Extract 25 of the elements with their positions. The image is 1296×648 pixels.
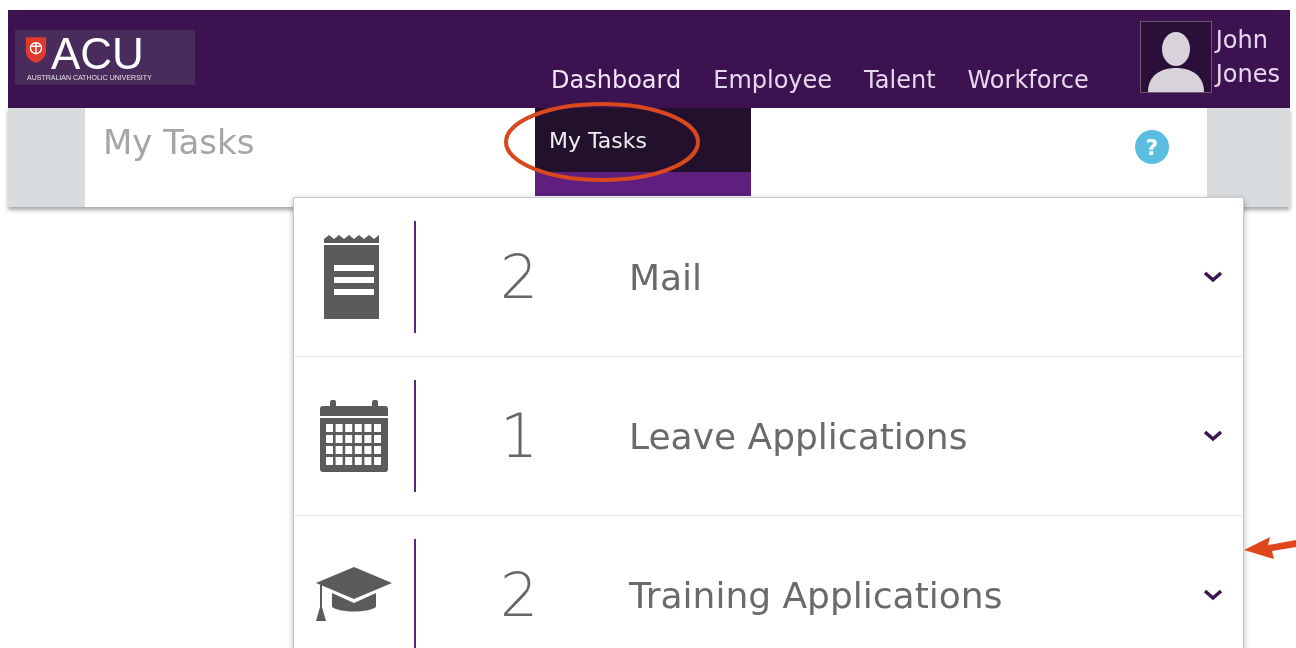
task-row[interactable]: 2 Training Applications bbox=[294, 516, 1243, 648]
task-count: 1 bbox=[499, 401, 539, 471]
page-title: My Tasks bbox=[103, 122, 255, 162]
task-count: 2 bbox=[499, 560, 539, 630]
menu-item[interactable]: My Tasks bbox=[535, 108, 751, 172]
nav-link[interactable]: Workforce bbox=[951, 66, 1105, 108]
task-count: 2 bbox=[499, 242, 539, 312]
task-label: Mail bbox=[628, 256, 704, 298]
chevron-icon[interactable] bbox=[1203, 271, 1223, 283]
chevron-icon[interactable] bbox=[1203, 430, 1223, 442]
nav-link[interactable]: Employee bbox=[697, 66, 849, 108]
nav-link[interactable]: Dashboard bbox=[535, 66, 698, 108]
user-last-name: Jones bbox=[1215, 59, 1280, 90]
task-row[interactable]: 1 Leave Applications bbox=[294, 357, 1243, 516]
graduation-cap-icon bbox=[316, 567, 392, 623]
task-row[interactable]: 2 Mail bbox=[294, 198, 1243, 357]
logo-wordmark: ACU bbox=[51, 34, 144, 74]
chevron-icon[interactable] bbox=[1203, 589, 1223, 601]
nav-link[interactable]: Talent bbox=[848, 66, 952, 108]
calendar-icon bbox=[320, 400, 388, 472]
user-first-name: John bbox=[1215, 25, 1269, 56]
shield-icon bbox=[25, 35, 47, 64]
task-label: Training Applications bbox=[628, 574, 1004, 616]
avatar-icon[interactable] bbox=[1139, 21, 1212, 93]
task-label: Leave Applications bbox=[628, 415, 969, 457]
